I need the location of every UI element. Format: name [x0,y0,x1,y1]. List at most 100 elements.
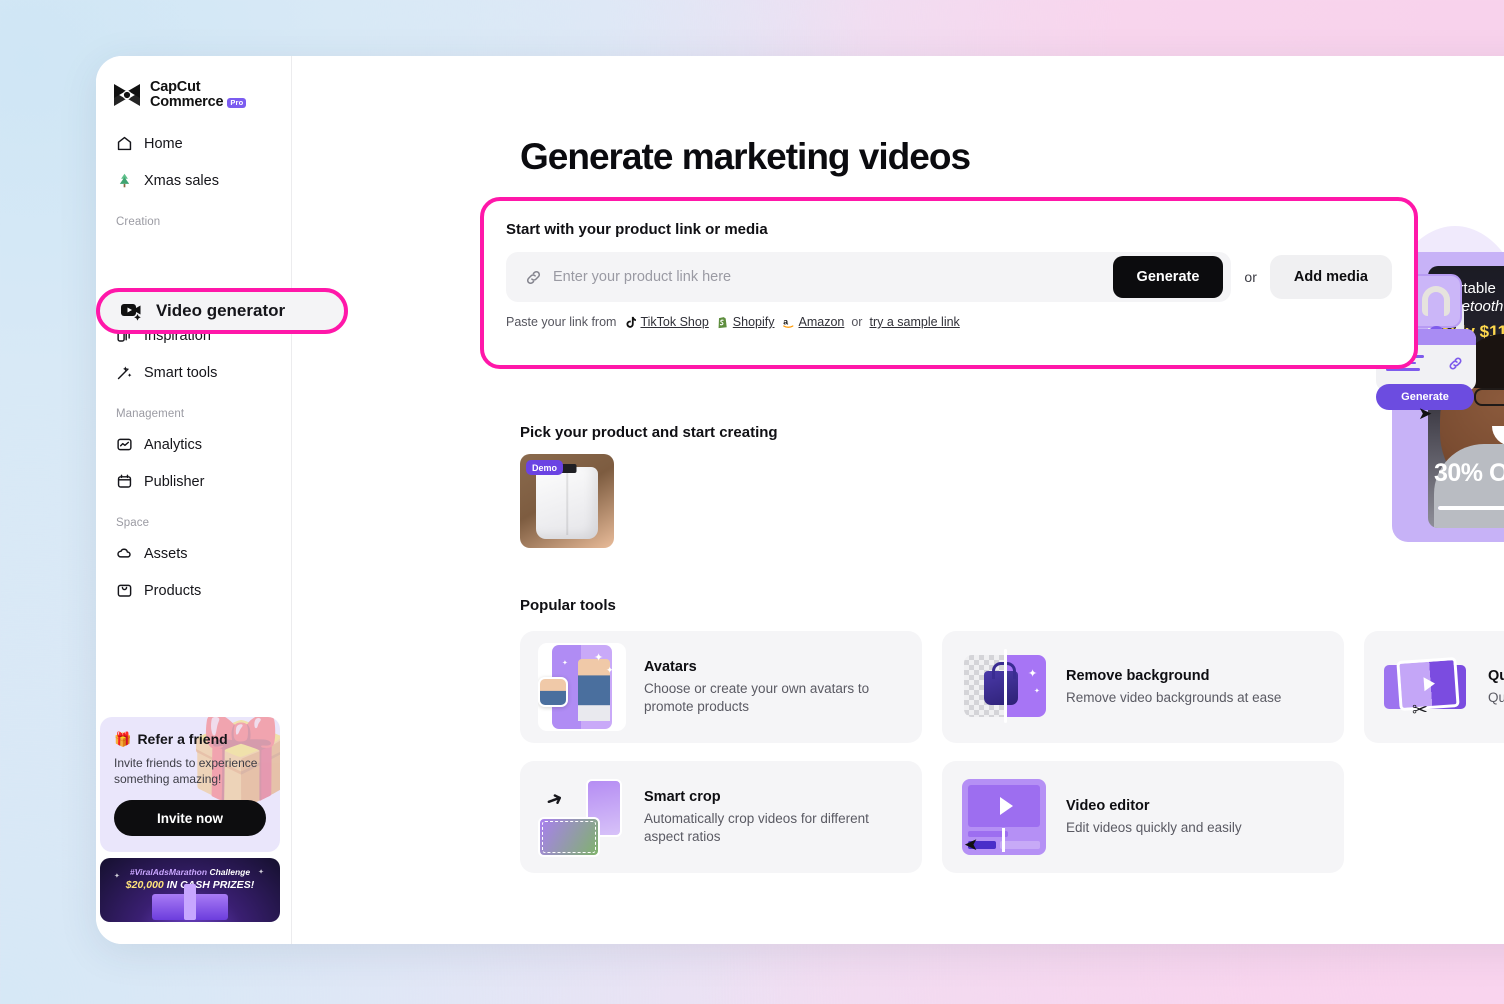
hero-label: Start with your product link or media [506,221,1392,238]
source-amazon[interactable]: a Amazon [782,315,845,329]
svg-text:a: a [783,316,788,326]
tool-title: Avatars [644,659,904,675]
sidebar-item-products[interactable]: Products [104,573,283,609]
product-link-field[interactable]: Generate [506,252,1231,302]
popular-tools-title: Popular tools [520,597,616,614]
tool-card-video-editor[interactable]: ➤ Video editor Edit videos quickly and e… [942,761,1344,873]
promo-gift-graphic [152,894,228,920]
page-title: Generate marketing videos [520,136,970,178]
promo-amount: $20,000 [126,879,164,891]
tiktok-shop-link[interactable]: TikTok Shop [640,315,708,329]
refer-a-friend-card: 🎁 🎁 Refer a friend Invite friends to exp… [100,717,280,852]
calendar-icon [116,473,133,490]
avatars-thumb-icon: ✦ ✦ ✦ [538,643,626,731]
cloud-icon [116,545,133,562]
tool-card-smart-crop[interactable]: ➜ Smart crop Automatically crop videos f… [520,761,922,873]
sidebar-item-label: Xmas sales [144,173,219,189]
tool-description: Automatically crop videos for different … [644,810,904,846]
cursor-icon: ➤ [1418,404,1432,424]
tool-card-quick-cut[interactable]: ✂ Quick cut Quickly edit videos by editi… [1364,631,1504,743]
promo-line-1: #ViralAdsMarathon Challenge [100,867,280,877]
or-separator: or [1244,269,1256,285]
source-shopify[interactable]: Shopify [716,315,775,329]
sidebar-section-space: Space [96,501,291,535]
promo-prize-text: IN CASH PRIZES! [164,879,254,891]
shopify-link[interactable]: Shopify [733,315,775,329]
product-link-panel: Start with your product link or media Ge… [480,197,1418,369]
box-icon [116,582,133,599]
active-item-spacer [96,234,291,280]
add-media-button[interactable]: Add media [1270,255,1392,299]
promo-challenge: Challenge [207,867,250,877]
search-row: Generate or Add media [506,252,1392,302]
tool-card-remove-background[interactable]: ✦ ✦ Remove background Remove video backg… [942,631,1344,743]
sidebar-item-label: Assets [144,546,188,562]
source-tiktok-shop[interactable]: TikTok Shop [623,315,708,329]
popular-tools-grid: ✦ ✦ ✦ Avatars Choose or create your own … [520,631,1504,891]
home-icon [116,135,133,152]
link-chain-icon [1447,355,1464,377]
sidebar-item-smart-tools[interactable]: Smart tools [104,355,283,391]
magic-wand-icon [116,364,133,381]
refer-title: Refer a friend [137,731,227,747]
sidebar-item-label: Smart tools [144,365,217,381]
sidebar-item-label: Home [144,136,183,152]
invite-now-button[interactable]: Invite now [114,800,266,836]
app-window: CapCut Commerce Pro Home [96,56,1504,944]
product-thumbnail[interactable]: Demo [520,454,614,548]
tool-description: Choose or create your own avatars to pro… [644,680,904,716]
sidebar-item-home[interactable]: Home [104,126,283,162]
scissors-icon: ✂ [1412,699,1428,722]
tool-description: Edit videos quickly and easily [1066,819,1242,837]
promo-banner[interactable]: ✦ ✦ #ViralAdsMarathon Challenge $20,000 … [100,858,280,922]
tool-card-avatars[interactable]: ✦ ✦ ✦ Avatars Choose or create your own … [520,631,922,743]
generate-button[interactable]: Generate [1113,256,1224,298]
brand-logo[interactable]: CapCut Commerce Pro [96,56,291,110]
sidebar-item-label: Products [144,583,201,599]
sidebar-item-video-generator[interactable]: Video generator [96,288,348,334]
promo-hashtag: #ViralAdsMarathon [130,867,207,877]
try-sample-link[interactable]: try a sample link [869,315,959,329]
illustration-progress-bar [1438,506,1504,510]
sidebar-item-xmas-sales[interactable]: Xmas sales [104,163,283,199]
video-generator-icon [120,300,142,322]
illustration-discount: 30% O [1434,459,1504,488]
tool-title: Remove background [1066,668,1281,684]
arrow-icon: ➜ [542,785,566,814]
analytics-icon [116,436,133,453]
video-editor-thumb-icon: ➤ [960,773,1048,861]
shopify-icon [716,316,729,329]
sidebar-item-analytics[interactable]: Analytics [104,427,283,463]
capcut-logo-icon [112,82,142,108]
link-icon [524,268,543,287]
tool-description: Remove video backgrounds at ease [1066,689,1281,707]
sidebar-nav: Home Xmas sales Creation [96,126,291,609]
pick-product-title: Pick your product and start creating [520,424,778,441]
amazon-link[interactable]: Amazon [799,315,845,329]
quick-cut-thumb-icon: ✂ [1382,643,1470,731]
refer-description: Invite friends to experience something a… [114,755,266,787]
gift-icon: 🎁 [114,731,131,748]
sidebar-section-management: Management [96,392,291,426]
sidebar-item-assets[interactable]: Assets [104,536,283,572]
paste-prefix: Paste your link from [506,315,616,329]
amazon-icon: a [782,316,795,329]
sidebar-item-publisher[interactable]: Publisher [104,464,283,500]
sidebar-item-label: Analytics [144,437,202,453]
main-content: Generate marketing videos Start with you… [292,56,1504,944]
tool-title: Video editor [1066,798,1242,814]
demo-badge: Demo [526,460,563,475]
tiktok-icon [623,316,636,329]
brand-line-1: CapCut [150,80,246,95]
remove-background-thumb-icon: ✦ ✦ [960,643,1048,731]
search-input[interactable] [553,252,1103,302]
sidebar-item-label: Video generator [156,301,285,321]
brand-line-2: Commerce [150,95,223,110]
refer-title-row: 🎁 Refer a friend [114,731,266,748]
pro-badge: Pro [227,98,246,109]
paste-sources-row: Paste your link from TikTok Shop [506,315,1392,329]
tools-row-1: ✦ ✦ ✦ Avatars Choose or create your own … [520,631,1504,743]
paste-or: or [851,315,862,329]
sidebar: CapCut Commerce Pro Home [96,56,292,944]
smart-crop-thumb-icon: ➜ [538,773,626,861]
